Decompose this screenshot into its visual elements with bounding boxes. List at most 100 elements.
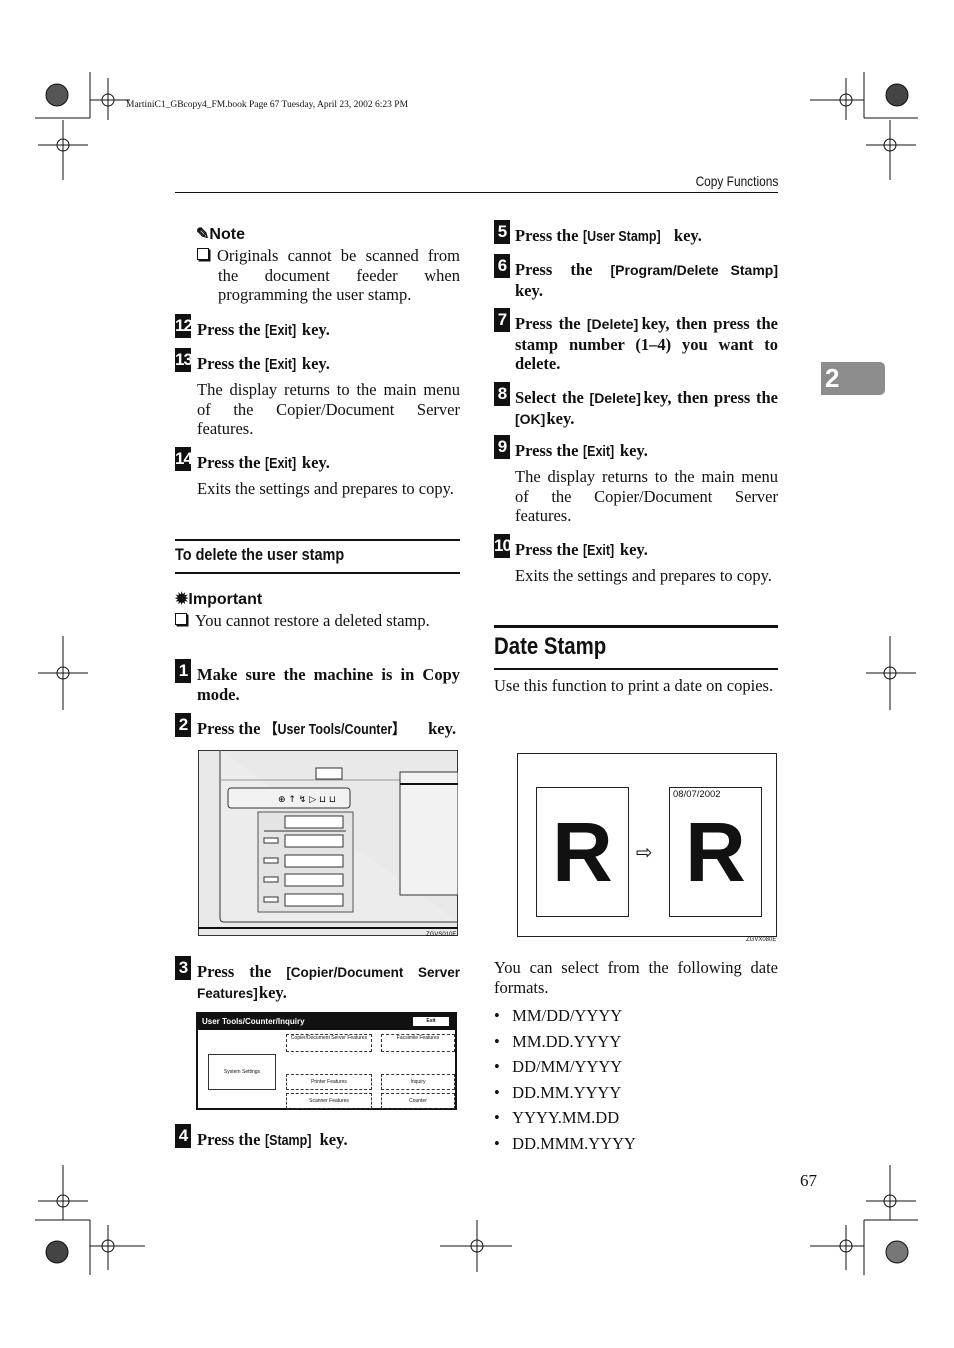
step-9: Press the [Exit] key. — [515, 441, 648, 463]
key-label: [Stamp] — [264, 1133, 311, 1149]
format-text: YYYY.MM.DD — [512, 1108, 620, 1128]
key-label: [Delete] — [586, 316, 639, 332]
step-14-body: Exits the settings and prepares to copy. — [197, 479, 454, 498]
printer-features-button[interactable]: Printer Features — [286, 1074, 372, 1090]
stamped-page: R 08/07/2002 — [669, 787, 762, 917]
step-text: Select the — [515, 388, 590, 407]
step-10-body: Exits the settings and prepares to copy. — [515, 566, 772, 585]
step-text: Press the — [197, 354, 265, 373]
manual-page: MartiniC1_GBcopy4_FM.book Page 67 Tuesda… — [0, 0, 954, 1348]
step-7: Press the [Delete] key, then press the s… — [515, 314, 778, 374]
figure-caption: ZGVX080E — [746, 937, 777, 943]
section-heading: Date Stamp — [494, 633, 607, 660]
subheading-rule-bottom — [175, 572, 460, 574]
step-text: Press the — [197, 1130, 265, 1149]
key-label: [Exit] — [264, 323, 296, 339]
subheading-rule-top — [175, 539, 460, 541]
step-8: Select the [Delete] key, then press the … — [515, 388, 778, 429]
figure-caption: ZGVS010E — [426, 932, 457, 938]
step-text: key. — [297, 320, 330, 339]
step-14: Press the [Exit] key. — [197, 453, 330, 475]
svg-text:⊕ ↑ ↯ ▷ ⊔ ⊔: ⊕ ↑ ↯ ▷ ⊔ ⊔ — [278, 795, 336, 805]
key-label: [User Stamp] — [582, 229, 661, 245]
step-text: Press the — [197, 719, 265, 738]
step-text: key. — [297, 453, 330, 472]
control-panel-illustration: ⊕ ↑ ↯ ▷ ⊔ ⊔ — [198, 750, 458, 936]
important-title: Important — [188, 591, 263, 608]
step-text: key. — [423, 719, 457, 738]
note-heading: ✎Note — [196, 224, 245, 244]
facsimile-features-button[interactable]: Facsimile Features — [381, 1034, 455, 1052]
step-9-body: The display returns to the main menu of … — [515, 467, 778, 526]
exit-button[interactable]: Exit — [413, 1017, 449, 1026]
date-format-item: • DD.MMM.YYYY — [494, 1133, 636, 1153]
date-format-item: • YYYY.MM.DD — [494, 1108, 620, 1128]
step-number-badge: 3 — [175, 956, 191, 980]
format-text: DD/MM/YYYY — [512, 1057, 623, 1077]
format-text: MM/DD/YYYY — [512, 1006, 623, 1025]
key-label: [Delete] — [589, 390, 641, 406]
checkbox-bullet-icon — [197, 248, 209, 260]
step-text: Press the — [515, 226, 583, 245]
step-text: Press the — [197, 320, 265, 339]
date-format-item: • DD.MM.YYYY — [494, 1082, 622, 1102]
important-item: You cannot restore a deleted stamp. — [175, 611, 460, 631]
system-settings-button[interactable]: System Settings — [208, 1054, 276, 1090]
step-2: Press the 【User Tools/Counter】 key. — [197, 719, 456, 741]
section-rule-top — [494, 625, 778, 628]
step-text: key, then press the — [637, 388, 778, 407]
running-header: Copy Functions — [695, 173, 778, 189]
step-12: Press the [Exit] key. — [197, 320, 330, 342]
step-10: Press the [Exit] key. — [515, 540, 648, 562]
step-number-badge: 2 — [175, 713, 191, 737]
original-page: R — [536, 787, 629, 917]
step-text: Press the — [515, 540, 583, 559]
step-text: Press the — [515, 441, 583, 460]
chapter-tab[interactable]: 2 — [821, 362, 885, 395]
important-icon: ✹ — [175, 591, 189, 608]
step-text: key. — [542, 408, 575, 428]
format-text: MM.DD.YYYY — [512, 1031, 622, 1051]
step-6: Press the [Program/Delete Stamp] key. — [515, 260, 778, 300]
inquiry-button[interactable]: Inquiry — [381, 1074, 455, 1090]
step-text: Press the — [197, 453, 265, 472]
step-13-body: The display returns to the main menu of … — [197, 380, 460, 439]
date-format-item: • MM/DD/YYYY — [494, 1006, 623, 1025]
step-text: Press the — [197, 962, 287, 981]
page-number: 67 — [800, 1171, 817, 1190]
step-number-badge: 6 — [494, 254, 510, 278]
step-1: Make sure the machine is in Copy mode. — [197, 665, 460, 704]
key-label: [Exit] — [264, 357, 296, 373]
scanner-features-button[interactable]: Scanner Features — [286, 1093, 372, 1109]
step-text: key. — [315, 1130, 348, 1149]
screen-title: User Tools/Counter/Inquiry — [202, 1017, 305, 1026]
step-number-badge: 14 — [175, 447, 193, 471]
step-number-badge: 10 — [494, 534, 512, 558]
note-title: Note — [209, 226, 245, 243]
step-number-badge: 9 — [494, 435, 510, 459]
section-rule-bottom — [494, 668, 778, 670]
copier-features-button[interactable]: Copier/Document Server Features — [286, 1034, 372, 1052]
section-intro: Use this function to print a date on cop… — [494, 676, 774, 695]
date-format-list: • MM/DD/YYYY • MM.DD.YYYY • DD/MM/YYYY •… — [494, 1003, 636, 1157]
subheading: To delete the user stamp — [175, 545, 345, 564]
counter-button[interactable]: Counter — [381, 1093, 455, 1109]
key-label: [Program/Delete Stamp] — [610, 262, 778, 278]
step-number-badge: 4 — [175, 1124, 191, 1148]
formats-intro: You can select from the following date f… — [494, 958, 778, 997]
date-format-item: • MM.DD.YYYY — [494, 1031, 622, 1051]
date-format-item: • DD/MM/YYYY — [494, 1057, 623, 1077]
step-3: Press the [Copier/Document Server Featur… — [197, 962, 460, 1003]
step-4: Press the [Stamp] key. — [197, 1130, 348, 1152]
step-number-badge: 7 — [494, 308, 510, 332]
date-stamp-text: 08/07/2002 — [673, 789, 721, 800]
step-number-badge: 5 — [494, 220, 510, 244]
screen-illustration: User Tools/Counter/Inquiry Exit Copier/D… — [196, 1012, 457, 1110]
step-text: key. — [515, 280, 543, 300]
step-text: key. — [297, 354, 330, 373]
key-label: [OK] — [515, 410, 546, 427]
format-text: DD.MM.YYYY — [512, 1082, 622, 1102]
step-text: Press the — [515, 260, 611, 279]
screen-title-bar: User Tools/Counter/Inquiry Exit — [198, 1014, 455, 1030]
step-number-badge: 1 — [175, 659, 191, 683]
